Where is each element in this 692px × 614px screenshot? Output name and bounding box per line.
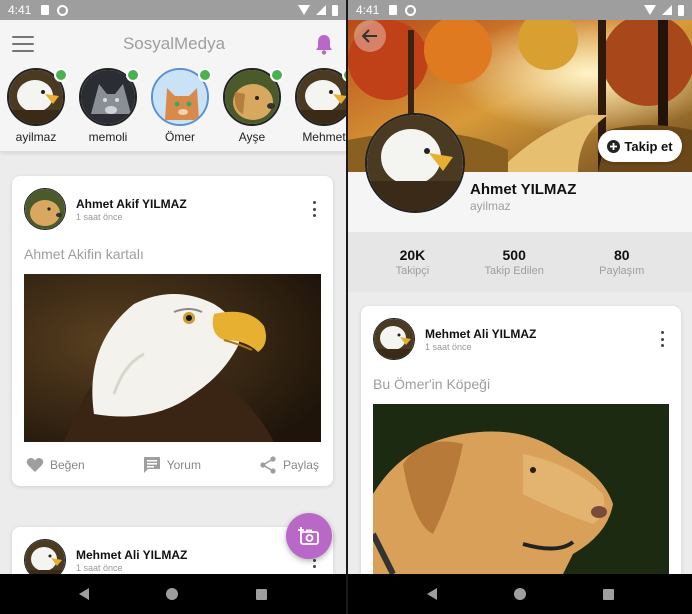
like-label: Beğen	[50, 458, 85, 472]
bell-icon[interactable]	[314, 33, 334, 55]
like-button[interactable]: Beğen	[26, 457, 85, 473]
profile-name: Ahmet YILMAZ	[470, 181, 577, 198]
more-options-icon[interactable]	[655, 331, 669, 347]
author-avatar[interactable]	[24, 188, 66, 230]
post-image[interactable]	[373, 404, 669, 574]
story-label: Mehmet	[302, 130, 346, 144]
nav-back-icon[interactable]	[426, 588, 437, 600]
stat-posts[interactable]: 80 Paylaşım	[599, 247, 644, 277]
wifi-icon	[298, 5, 310, 15]
stat-label: Paylaşım	[599, 265, 645, 277]
story-item[interactable]: Mehmet	[289, 68, 346, 144]
back-arrow-icon	[362, 29, 377, 43]
post-card: Mehmet Ali YILMAZ 1 saat önce Bu Ömer'in…	[361, 306, 681, 574]
stat-followers[interactable]: 20K Takipçi	[396, 247, 430, 277]
feed-list: Ahmet Akif YILMAZ 1 saat önce Ahmet Akif…	[0, 153, 346, 574]
share-button[interactable]: Paylaş	[259, 456, 319, 474]
story-avatar	[295, 68, 346, 126]
stories-bar: ayilmaz memoli Ömer Ayşe Mehmet	[0, 68, 346, 152]
story-label: Ömer	[165, 130, 195, 144]
stat-value: 500	[502, 247, 526, 263]
app-title: SosyalMedya	[122, 34, 226, 53]
story-label: memoli	[88, 130, 128, 144]
story-item[interactable]: ayilmaz	[1, 68, 71, 144]
system-nav-bar	[348, 574, 692, 614]
stat-value: 80	[613, 247, 630, 263]
status-bar: 4:41	[348, 0, 692, 20]
profile-username: ayilmaz	[470, 199, 511, 213]
status-time: 4:41	[356, 3, 380, 17]
post-time: 1 saat önce	[76, 562, 123, 573]
signal-icon	[662, 5, 672, 15]
wifi-icon	[644, 5, 656, 15]
story-item[interactable]: memoli	[73, 68, 143, 144]
app-bar: SosyalMedya	[0, 20, 346, 68]
nav-recents-icon[interactable]	[602, 588, 614, 600]
post-text: Bu Ömer'in Köpeği	[373, 376, 491, 392]
battery-icon	[332, 4, 338, 16]
nav-recents-icon[interactable]	[256, 588, 268, 600]
add-photo-button[interactable]	[286, 513, 332, 559]
comment-label: Yorum	[166, 458, 201, 472]
share-icon	[260, 456, 276, 474]
nav-home-icon[interactable]	[166, 588, 179, 600]
status-bar: 4:41	[0, 0, 346, 20]
author-name[interactable]: Mehmet Ali YILMAZ	[76, 548, 307, 562]
profile-avatar[interactable]	[365, 113, 465, 213]
add-circle-icon	[607, 139, 621, 153]
author-name[interactable]: Mehmet Ali YILMAZ	[425, 327, 655, 341]
profile-screen: 4:41 Takip et Ahmet YILMAZ ayilmaz 20K T…	[348, 0, 692, 614]
back-button[interactable]	[354, 20, 386, 52]
online-indicator	[198, 68, 212, 82]
post-card: Mehmet Ali YILMAZ 1 saat önce	[12, 527, 333, 574]
add-photo-icon	[298, 527, 319, 545]
system-nav-bar	[0, 574, 346, 614]
heart-icon	[26, 458, 44, 472]
story-label: ayilmaz	[15, 130, 57, 144]
stat-label: Takip Edilen	[484, 265, 544, 277]
follow-button[interactable]: Takip et	[598, 130, 682, 162]
online-indicator	[126, 68, 140, 82]
more-options-icon[interactable]	[307, 201, 321, 217]
author-avatar[interactable]	[24, 539, 66, 574]
battery-icon	[678, 4, 684, 16]
menu-icon[interactable]	[12, 36, 34, 52]
online-indicator	[270, 68, 284, 82]
author-name[interactable]: Ahmet Akif YILMAZ	[76, 197, 307, 211]
share-label: Paylaş	[282, 458, 319, 472]
post-image[interactable]	[24, 274, 321, 442]
profile-stats: 20K Takipçi 500 Takip Edilen 80 Paylaşım	[348, 232, 692, 292]
status-time: 4:41	[8, 3, 32, 17]
follow-label: Takip et	[624, 138, 673, 154]
screens: 4:41 SosyalMedya ayilmaz memoli Ömer Ayş…	[0, 0, 692, 614]
nav-back-icon[interactable]	[78, 588, 89, 600]
story-item[interactable]: Ayşe	[217, 68, 287, 144]
post-time: 1 saat önce	[76, 211, 123, 222]
stat-label: Takipçi	[395, 265, 430, 277]
stat-following[interactable]: 500 Takip Edilen	[485, 247, 544, 277]
nav-home-icon[interactable]	[513, 588, 526, 600]
story-item[interactable]: Ömer	[145, 68, 215, 144]
feed-screen: 4:41 SosyalMedya ayilmaz memoli Ömer Ayş…	[0, 0, 346, 614]
sd-card-icon	[41, 5, 50, 15]
comment-button[interactable]: Yorum	[143, 456, 201, 474]
stat-value: 20K	[399, 247, 426, 263]
sync-icon	[405, 4, 417, 16]
post-time: 1 saat önce	[425, 341, 472, 352]
comment-icon	[143, 457, 160, 473]
sd-card-icon	[389, 5, 398, 15]
sync-icon	[57, 4, 69, 16]
online-indicator	[54, 68, 68, 82]
story-label: Ayşe	[238, 130, 266, 144]
post-text: Ahmet Akifin kartalı	[24, 246, 144, 262]
post-card: Ahmet Akif YILMAZ 1 saat önce Ahmet Akif…	[12, 176, 333, 486]
author-avatar[interactable]	[373, 318, 415, 360]
signal-icon	[316, 5, 326, 15]
profile-feed: Mehmet Ali YILMAZ 1 saat önce Bu Ömer'in…	[348, 292, 692, 574]
